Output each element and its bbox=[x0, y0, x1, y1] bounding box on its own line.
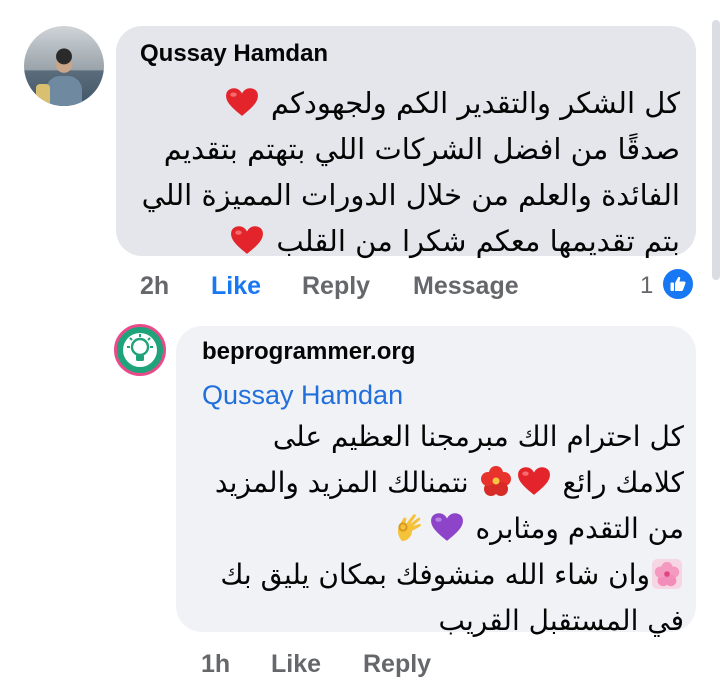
scrollbar[interactable] bbox=[712, 20, 720, 280]
like-thumb-icon[interactable] bbox=[660, 266, 696, 302]
purple-heart-icon bbox=[430, 512, 464, 542]
page-avatar[interactable] bbox=[114, 324, 166, 376]
comment-author[interactable]: Qussay Hamdan bbox=[140, 40, 328, 68]
reply-reply-button[interactable]: Reply bbox=[363, 650, 431, 679]
reply-time[interactable]: 1h bbox=[201, 650, 230, 679]
comment-time[interactable]: 2h bbox=[140, 272, 169, 301]
reply-line-1: كل احترام الك مبرمجنا العظيم على bbox=[272, 420, 684, 453]
reply-line-6: في المستقبل القريب bbox=[438, 604, 684, 637]
heart-icon bbox=[230, 225, 264, 255]
cherry-blossom-icon bbox=[652, 559, 682, 589]
reply-line-5: وان شاء الله منشوفك بمكان يليق بك bbox=[220, 558, 650, 591]
reply-line-3: نتمنالك المزيد والمزيد bbox=[214, 466, 469, 499]
reply-text: كل احترام الك مبرمجنا العظيم على كلامك ر… bbox=[194, 414, 684, 644]
hibiscus-icon bbox=[480, 465, 512, 497]
heart-icon bbox=[225, 87, 259, 117]
comment-line-2: صدقًا من افضل الشركات اللي بتهتم بتقديم bbox=[163, 132, 680, 166]
comment-line-4: بتم تقديمها معكم شكرا من القلب bbox=[276, 224, 680, 258]
comment-line-1: كل الشكر والتقدير الكم ولجهودكم bbox=[270, 86, 680, 120]
mention-link[interactable]: Qussay Hamdan bbox=[202, 380, 403, 411]
like-button[interactable]: Like bbox=[211, 272, 261, 301]
reply-button[interactable]: Reply bbox=[302, 272, 370, 301]
heart-icon bbox=[517, 466, 551, 496]
bulb-logo-icon bbox=[123, 333, 157, 367]
message-button[interactable]: Message bbox=[413, 272, 519, 301]
ok-hand-icon bbox=[393, 511, 425, 543]
comment-line-3: الفائدة والعلم من خلال الدورات المميزة ا… bbox=[141, 178, 680, 212]
comment-text: كل الشكر والتقدير الكم ولجهودكم صدقًا من… bbox=[140, 80, 680, 264]
reply-author[interactable]: beprogrammer.org bbox=[202, 338, 415, 366]
reaction-count[interactable]: 1 bbox=[640, 272, 653, 300]
reply-line-4: من التقدم ومثابره bbox=[475, 512, 684, 545]
reply-line-2: كلامك رائع bbox=[562, 466, 684, 499]
commenter-avatar[interactable] bbox=[24, 26, 104, 106]
reply-like-button[interactable]: Like bbox=[271, 650, 321, 679]
